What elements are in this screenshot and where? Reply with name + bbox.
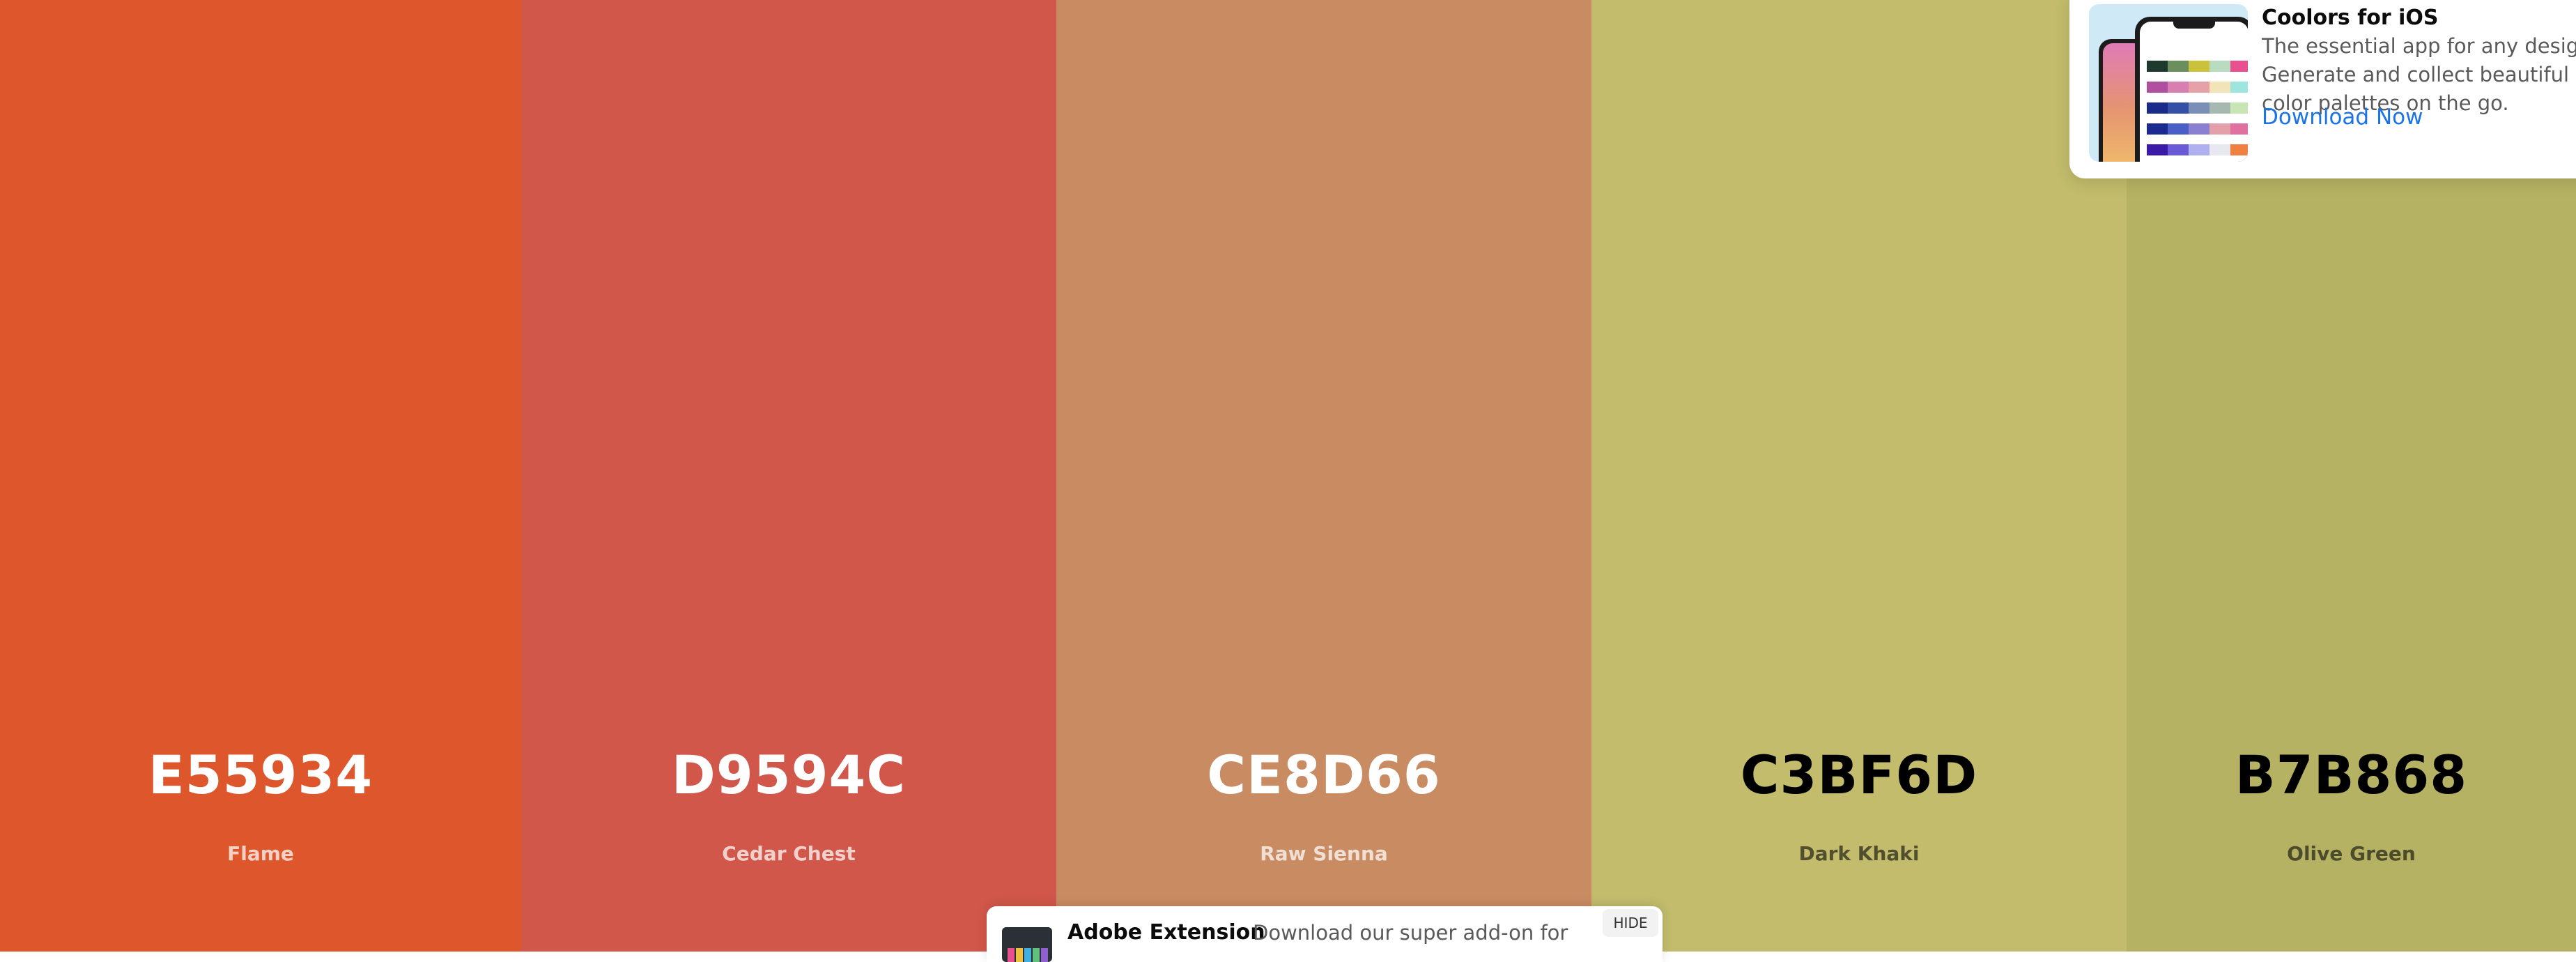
- phone-palette-row: [2147, 61, 2248, 72]
- download-now-link[interactable]: Download Now: [2262, 105, 2423, 130]
- swatch-color-name[interactable]: Olive Green: [2127, 840, 2576, 868]
- swatch-hex[interactable]: B7B868: [2127, 740, 2576, 810]
- adobe-extension-bar[interactable]: Adobe Extension Download our super add-o…: [987, 906, 1663, 962]
- swatch-hex[interactable]: C3BF6D: [1591, 740, 2127, 810]
- phone-palette-row: [2147, 144, 2248, 155]
- swatch-cedar-chest[interactable]: D9594C Cedar Chest: [521, 0, 1056, 952]
- ios-promo-card[interactable]: Coolors for iOS The essential app for an…: [2069, 0, 2576, 178]
- phone-palette-row: [2147, 123, 2248, 135]
- phone-front-image: [2135, 17, 2248, 162]
- promo-description-line: The essential app for any designer.: [2262, 34, 2576, 58]
- swatch-raw-sienna[interactable]: CE8D66 Raw Sienna: [1056, 0, 1591, 952]
- promo-description-line: Generate and collect beautiful: [2262, 63, 2570, 86]
- swatch-dark-khaki[interactable]: C3BF6D Dark Khaki: [1591, 0, 2127, 952]
- swatch-color-name[interactable]: Raw Sienna: [1056, 840, 1591, 868]
- swatch-hex[interactable]: D9594C: [521, 740, 1056, 810]
- phone-palette-row: [2147, 82, 2248, 93]
- hide-button[interactable]: HIDE: [1603, 909, 1658, 937]
- swatch-color-name[interactable]: Dark Khaki: [1591, 840, 2127, 868]
- ios-app-thumbnail: [2089, 4, 2248, 162]
- adobe-extension-thumbnail: [1002, 927, 1052, 962]
- swatch-hex[interactable]: E55934: [0, 740, 521, 810]
- promo-title: Coolors for iOS: [2262, 6, 2439, 30]
- adobe-extension-description: Download our super add-on for: [1253, 921, 1568, 945]
- swatch-color-name[interactable]: Flame: [0, 840, 521, 868]
- swatch-color-name[interactable]: Cedar Chest: [521, 840, 1056, 868]
- swatch-hex[interactable]: CE8D66: [1056, 740, 1591, 810]
- adobe-extension-title: Adobe Extension: [1067, 920, 1265, 945]
- swatch-flame[interactable]: E55934 Flame: [0, 0, 521, 952]
- phone-palette-row: [2147, 102, 2248, 114]
